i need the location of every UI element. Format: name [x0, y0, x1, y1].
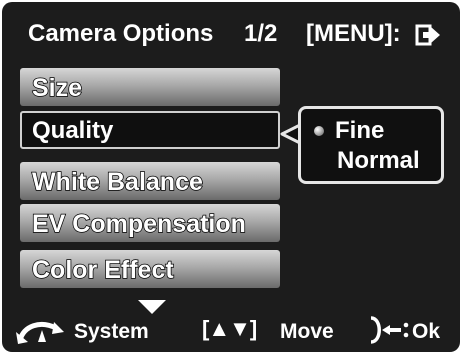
selected-option-dot-icon: [314, 126, 324, 136]
mode-dial-icon[interactable]: [16, 318, 64, 344]
menu-item-label: Quality: [32, 117, 114, 144]
menu-item-label: White Balance: [31, 167, 203, 197]
menu-item-label: Size: [31, 73, 83, 103]
page-title: Camera Options: [28, 20, 214, 47]
scroll-down-arrow-icon: [138, 300, 166, 314]
updown-hint: [▲▼]: [202, 316, 257, 341]
camera-screen: Camera Options 1/2 [MENU]: Size Quality …: [2, 2, 460, 352]
menu-item-ev-compensation[interactable]: EV Compensation: [20, 204, 280, 242]
menu-item-size[interactable]: Size: [20, 68, 280, 106]
option-fine[interactable]: Fine: [335, 117, 384, 145]
move-label: Move: [280, 320, 334, 343]
quality-options-popup: Fine Normal: [298, 106, 444, 184]
system-label: System: [74, 320, 149, 343]
ok-label: Ok: [412, 320, 441, 343]
menu-item-label: Color Effect: [31, 255, 174, 285]
option-normal[interactable]: Normal: [337, 147, 420, 175]
shutter-button-icon[interactable]: [368, 316, 412, 344]
menu-hint-label: [MENU]:: [306, 20, 401, 47]
menu-item-white-balance[interactable]: White Balance: [20, 162, 280, 200]
exit-arrow-icon[interactable]: [415, 24, 441, 46]
menu-item-color-effect[interactable]: Color Effect: [20, 250, 280, 288]
menu-item-label: EV Compensation: [31, 209, 246, 239]
page-indicator: 1/2: [244, 20, 278, 47]
header: Camera Options 1/2 [MENU]:: [2, 2, 460, 62]
menu-item-quality[interactable]: Quality: [20, 111, 280, 149]
